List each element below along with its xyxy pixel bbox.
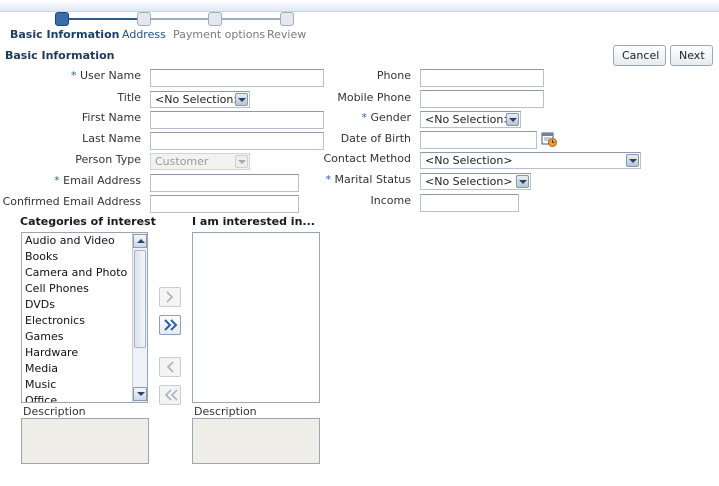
person-type-label: Person Type (75, 153, 141, 166)
title-select[interactable]: <No Selection> (150, 91, 250, 108)
required-marker: * (54, 174, 60, 187)
train-stop-basic-information (55, 12, 69, 26)
interested-list[interactable] (192, 232, 320, 403)
move-right-button[interactable] (159, 287, 181, 307)
train-label-address[interactable]: Address (122, 28, 166, 41)
person-type-select: Customer (150, 153, 250, 170)
first-name-input[interactable] (150, 111, 324, 129)
mobile-phone-input[interactable] (420, 90, 544, 108)
list-item[interactable]: Games (22, 329, 147, 345)
train-stop-payment-options (208, 12, 222, 26)
person-type-value: Customer (155, 155, 209, 168)
train-label-payment-options: Payment options (173, 28, 266, 41)
required-marker: * (325, 173, 332, 186)
chevron-down-icon[interactable] (516, 175, 529, 188)
list-item[interactable]: DVDs (22, 297, 147, 313)
marital-status-select[interactable]: <No Selection> (420, 173, 531, 190)
right-description-box (192, 418, 320, 464)
user-name-input[interactable] (150, 69, 324, 87)
categories-scrollbar[interactable] (132, 233, 147, 402)
chevron-right-icon (166, 291, 174, 303)
scroll-down-icon[interactable] (133, 387, 147, 401)
train-stop-address[interactable] (137, 12, 151, 26)
date-of-birth-label: Date of Birth (340, 132, 411, 145)
list-item[interactable]: Electronics (22, 313, 147, 329)
phone-input[interactable] (420, 69, 544, 87)
list-item[interactable]: Hardware (22, 345, 147, 361)
section-title: Basic Information (5, 49, 115, 62)
email-label: * Email Address (54, 174, 141, 187)
categories-list[interactable]: Audio and Video Books Camera and Photo Cell… (21, 232, 148, 403)
list-item[interactable]: Office (22, 393, 147, 402)
move-all-left-button[interactable] (159, 385, 181, 405)
confirm-email-input[interactable] (150, 195, 299, 213)
contact-method-select[interactable]: <No Selection> (420, 152, 641, 169)
mobile-phone-label: Mobile Phone (337, 91, 411, 104)
right-description-label: Description (194, 405, 257, 418)
last-name-label: Last Name (82, 132, 141, 145)
double-chevron-right-icon (164, 319, 178, 331)
train-connector (221, 18, 286, 20)
train-stop-review (280, 12, 294, 26)
chevron-down-icon[interactable] (506, 113, 519, 126)
double-chevron-left-icon (164, 389, 178, 401)
move-all-right-button[interactable] (159, 315, 181, 335)
list-item[interactable]: Books (22, 249, 147, 265)
email-input[interactable] (150, 174, 299, 192)
calendar-icon[interactable] (541, 131, 557, 147)
user-name-label: * User Name (70, 69, 141, 82)
next-button[interactable]: Next (670, 45, 713, 66)
marital-status-value: <No Selection> (425, 175, 513, 188)
scroll-up-icon[interactable] (133, 234, 147, 248)
required-marker: * (70, 69, 77, 82)
list-item[interactable]: Media (22, 361, 147, 377)
left-description-box (21, 418, 149, 464)
interested-heading: I am interested in... (192, 215, 315, 228)
first-name-label: First Name (81, 111, 141, 124)
move-left-button[interactable] (159, 357, 181, 377)
train-label-basic-information: Basic Information (10, 28, 120, 41)
train-connector (68, 18, 142, 20)
income-input[interactable] (420, 194, 519, 212)
chevron-down-icon[interactable] (626, 154, 639, 167)
train-connector (150, 18, 214, 20)
categories-heading: Categories of interest (20, 215, 156, 228)
cancel-button[interactable]: Cancel (613, 45, 666, 66)
top-band (0, 0, 719, 12)
marital-status-label: * Marital Status (325, 173, 411, 186)
title-select-value: <No Selection> (155, 93, 243, 106)
last-name-input[interactable] (150, 132, 324, 150)
gender-select[interactable]: <No Selection> (420, 111, 521, 128)
contact-method-label: Contact Method (323, 152, 411, 165)
title-label: Title (117, 91, 141, 104)
required-marker: * (361, 111, 367, 124)
date-of-birth-input[interactable] (420, 131, 537, 149)
chevron-left-icon (166, 361, 174, 373)
income-label: Income (370, 194, 411, 207)
contact-method-value: <No Selection> (425, 154, 513, 167)
list-item[interactable]: Cell Phones (22, 281, 147, 297)
chevron-down-icon (235, 155, 248, 168)
phone-label: Phone (376, 69, 411, 82)
train-label-review: Review (267, 28, 307, 41)
gender-select-value: <No Selection> (425, 113, 513, 126)
list-item[interactable]: Music (22, 377, 147, 393)
list-item[interactable]: Audio and Video (22, 233, 147, 249)
chevron-down-icon[interactable] (235, 93, 248, 106)
gender-label: * Gender (361, 111, 411, 124)
scroll-thumb[interactable] (134, 250, 146, 348)
list-item[interactable]: Camera and Photo (22, 265, 147, 281)
confirm-email-label: * Confirmed Email Address (2, 195, 141, 208)
left-description-label: Description (23, 405, 86, 418)
categories-items: Audio and Video Books Camera and Photo Cell… (22, 233, 147, 402)
